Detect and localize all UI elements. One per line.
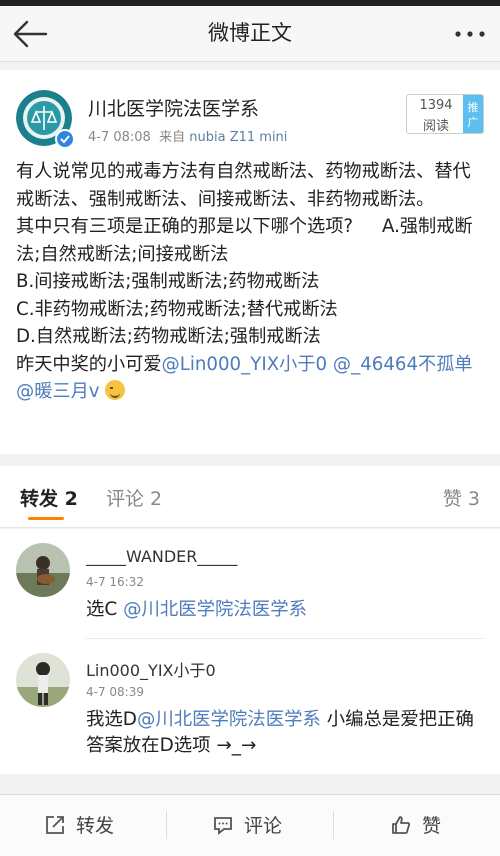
comment-text: 我选D@川北医学院法医学系 小编总是爱把正确答案放在D选项 →_→	[86, 707, 486, 759]
comment-text-part: 我选D	[86, 709, 137, 730]
comment-username[interactable]: _____WANDER_____	[86, 547, 237, 566]
interaction-tabs: 转发 2 评论 2 赞 3	[0, 466, 500, 528]
divider	[333, 811, 334, 839]
post-card: 川北医学院法医学系 4-7 08:08 来自 nubia Z11 mini 13…	[0, 70, 500, 454]
comment-icon	[214, 817, 232, 835]
author-avatar[interactable]	[16, 90, 75, 149]
post-time: 4-7 08:08	[88, 130, 151, 145]
tab-active-indicator	[28, 517, 64, 520]
page-title: 微博正文	[208, 21, 292, 45]
option-d: D.自然戒断法;药物戒断法;强制戒断法	[16, 326, 321, 347]
verified-badge-icon	[55, 129, 75, 149]
bottom-action-bar: 转发 评论 赞	[0, 794, 500, 856]
list-item: _____WANDER_____ 4-7 16:32 选C @川北医学院法医学系	[0, 529, 500, 637]
option-b: B.间接戒断法;强制戒断法;药物戒断法	[16, 271, 320, 292]
tab-repost[interactable]: 转发 2	[20, 484, 78, 511]
comment-text-part: 选C	[86, 599, 124, 620]
divider	[166, 811, 167, 839]
comment-button[interactable]: 评论	[212, 795, 282, 856]
tab-like[interactable]: 赞 3	[443, 484, 480, 511]
mention-link[interactable]: @川北医学院法医学系	[137, 709, 321, 730]
mention-link[interactable]: @暖三月v	[16, 381, 100, 402]
comment-time: 4-7 08:39	[86, 685, 144, 699]
comment-time: 4-7 16:32	[86, 575, 144, 589]
source-prefix: 来自	[159, 130, 186, 145]
share-icon	[46, 816, 64, 834]
comment-text: 选C @川北医学院法医学系	[86, 597, 486, 623]
thumbs-up-icon	[392, 816, 411, 834]
author-name[interactable]: 川北医学院法医学系	[88, 94, 259, 121]
repost-label: 转发	[76, 815, 115, 837]
more-button[interactable]	[452, 18, 488, 50]
list-item: Lin000_YIX小于0 4-7 08:39 我选D@川北医学院法医学系 小编…	[0, 639, 500, 774]
comment-label: 评论	[244, 815, 283, 837]
avatar[interactable]	[16, 653, 70, 707]
promote-label: 推广	[463, 95, 483, 133]
user-photo-icon	[16, 653, 70, 707]
read-label: 阅读	[422, 119, 449, 134]
mention-link[interactable]: @川北医学院法医学系	[123, 599, 307, 620]
option-c: C.非药物戒断法;药物戒断法;替代戒断法	[16, 298, 338, 320]
like-label: 赞	[422, 815, 442, 837]
repost-button[interactable]: 转发	[44, 795, 114, 856]
post-paragraph: 有人说常见的戒毒方法有自然戒断法、药物戒断法、替代戒断法、强制戒断法、间接戒断法…	[16, 161, 471, 210]
post-question: 其中只有三项是正确的那是以下哪个选项?	[16, 216, 354, 237]
tab-comment[interactable]: 评论 2	[106, 484, 162, 511]
avatar[interactable]	[16, 543, 70, 597]
winners-text: 昨天中奖的小可爱	[16, 353, 162, 375]
mention-link[interactable]: @Lin000_YIX小于0	[162, 354, 328, 375]
post-meta: 4-7 08:08 来自 nubia Z11 mini	[88, 126, 287, 145]
smirk-emoji-icon	[105, 380, 126, 400]
mention-link[interactable]: @_46464不孤单	[333, 354, 473, 375]
post-source[interactable]: nubia Z11 mini	[189, 130, 287, 145]
like-button[interactable]: 赞	[390, 795, 441, 856]
user-photo-icon	[16, 543, 70, 597]
read-count-box[interactable]: 1394 阅读 推广	[406, 94, 484, 134]
comment-username[interactable]: Lin000_YIX小于0	[86, 657, 216, 681]
more-dots-icon	[455, 31, 485, 37]
nav-bar: 微博正文	[0, 6, 500, 62]
read-count: 1394	[419, 98, 453, 113]
repost-list: _____WANDER_____ 4-7 16:32 选C @川北医学院法医学系…	[0, 529, 500, 774]
post-body: 有人说常见的戒毒方法有自然戒断法、药物戒断法、替代戒断法、强制戒断法、间接戒断法…	[16, 158, 486, 406]
